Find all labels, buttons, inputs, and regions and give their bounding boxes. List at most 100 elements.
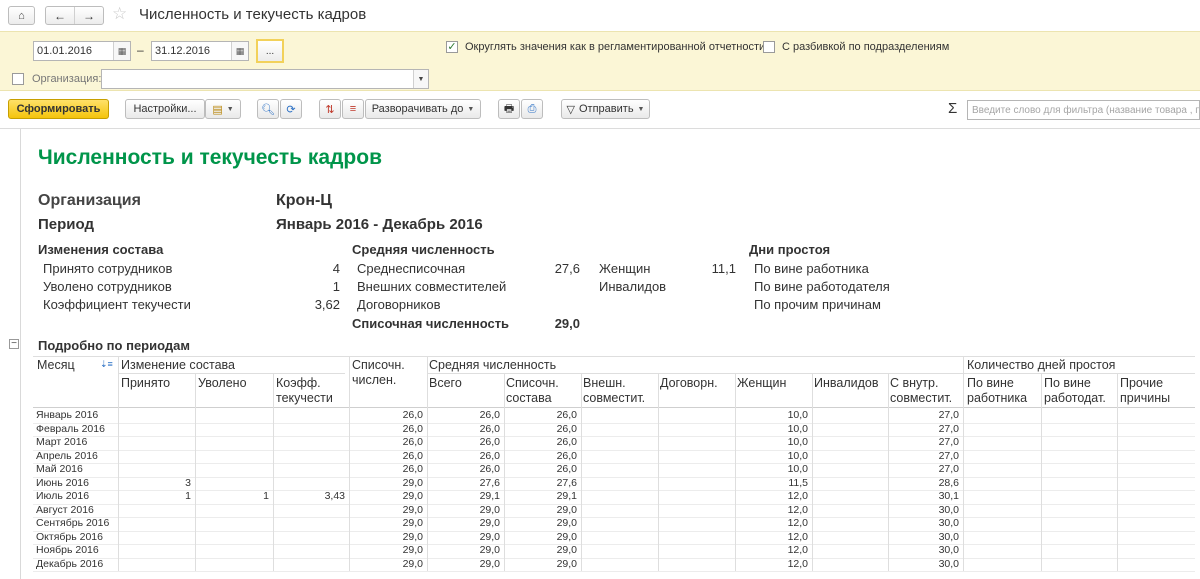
internal-cell: 27,0 [938,449,959,462]
women-cell: 12,0 [787,490,808,502]
date-separator: – [137,43,144,57]
avg-list-cell: 29,1 [556,490,577,502]
title-bar: ⌂ ← → ☆ Численность и текучесть кадров [0,0,1200,31]
row-divider [33,530,1195,532]
column-divider [581,373,582,571]
settings-button[interactable]: Настройки... [125,99,205,119]
report-document: − Численность и текучесть кадров Организ… [0,128,1200,579]
search-next-icon: ⟳ [286,103,296,116]
find-next-button[interactable]: ⟳ [280,99,302,119]
select-period-button[interactable]: ... [256,39,284,63]
filter-input[interactable]: Введите слово для фильтра (название това… [967,100,1200,120]
col-emp-header-2: работника [967,391,1028,405]
row-divider [33,449,1195,451]
expand-all-button[interactable]: ⇅ [319,99,341,119]
col-hired-header: Принято [121,376,171,390]
internal-cell: 30,0 [938,557,959,570]
find-button[interactable]: 🔍︎ [257,99,279,119]
women-label: Женщин [599,261,651,276]
avg-list-value: 27,6 [554,261,580,276]
date-to-value: 31.12.2016 [155,45,211,57]
column-divider [812,373,813,571]
arrow-left-icon: ← [54,8,66,23]
favorite-star-icon[interactable]: ☆ [112,4,127,24]
row-divider [33,503,1195,505]
month-cell: Июнь 2016 [36,476,89,489]
row-divider [33,544,1195,545]
month-cell: Февраль 2016 [36,422,105,435]
column-divider [963,356,964,571]
avg-list-cell: 29,0 [556,503,577,516]
total-cell: 29,0 [479,503,500,516]
preview-button[interactable]: ⎙ [521,99,543,119]
send-label: Отправить [579,103,634,115]
col-ext-header-2: совместит. [583,391,646,405]
expand-groups-icon: ⇅ [325,103,335,116]
date-from-field[interactable]: 01.01.2016 ▦ [33,41,131,61]
turnover-label: Коэффициент текучести [43,297,191,312]
hired-label: Принято сотрудников [43,261,173,276]
total-cell: 26,0 [479,449,500,462]
avg-list-cell: 29,0 [556,557,577,570]
avg-list-cell: 26,0 [556,409,577,421]
send-button[interactable]: ▽ Отправить ▼ [561,99,650,119]
chevron-down-icon: ▼ [637,105,645,113]
sort-icon[interactable]: ⇣≡ [100,359,113,370]
total-cell: 29,0 [479,530,500,543]
generate-button[interactable]: Сформировать [8,99,109,119]
expand-to-button[interactable]: Разворачивать до ▼ [365,99,481,119]
by-department-checkbox[interactable] [763,41,775,53]
print-button[interactable]: 🖶 [498,99,520,119]
total-cell: 29,0 [479,517,500,529]
external-label: Внешних совместителей [357,279,507,294]
women-cell: 10,0 [787,422,808,435]
collapse-group-icon[interactable]: − [9,339,19,349]
column-divider [735,373,736,571]
month-cell: Январь 2016 [36,409,99,421]
month-cell: Май 2016 [36,463,83,475]
calendar-icon[interactable]: ▦ [113,42,130,60]
chevron-down-icon: ▼ [226,105,234,113]
forward-button[interactable]: → [74,7,103,24]
column-divider [195,373,196,571]
changes-heading: Изменения состава [38,242,164,257]
group-avg-header: Средняя численность [429,358,557,372]
col-list-header-1: Списочн. [352,358,405,372]
sum-icon[interactable]: Σ [948,100,957,117]
list-cell: 29,0 [402,557,423,570]
column-divider [349,356,350,571]
print-preview-icon: ⎙ [527,102,537,115]
group-idle-header: Количество дней простоя [967,358,1116,372]
total-cell: 29,1 [479,490,500,502]
women-cell: 10,0 [787,409,808,421]
avg-list-cell: 29,0 [556,544,577,556]
dropdown-icon[interactable]: ▼ [413,70,428,88]
idle-employer-label: По вине работодателя [754,279,890,294]
date-to-field[interactable]: 31.12.2016 ▦ [151,41,249,61]
back-button[interactable]: ← [46,7,74,24]
women-cell: 10,0 [787,436,808,448]
month-cell: Декабрь 2016 [36,557,104,570]
org-label: Организация [38,192,141,209]
organization-checkbox[interactable] [12,73,24,85]
calendar-icon[interactable]: ▦ [231,42,248,60]
window-title: Численность и текучесть кадров [139,6,367,23]
column-divider [888,373,889,571]
list-cell: 29,0 [402,503,423,516]
round-values-checkbox[interactable]: ✓ [446,41,458,53]
variants-button[interactable]: ▤ ▼ [205,99,241,119]
internal-cell: 30,1 [938,490,959,502]
period-value: Январь 2016 - Декабрь 2016 [276,216,483,233]
period-label: Период [38,216,94,233]
collapse-all-button[interactable]: ≡ [342,99,364,119]
history-nav: ← → [45,6,104,25]
home-button[interactable]: ⌂ [8,6,35,25]
organization-field[interactable]: ▼ [101,69,429,89]
avg-list-cell: 29,0 [556,530,577,543]
women-cell: 10,0 [787,463,808,475]
report-variants-icon: ▤ [212,103,223,116]
avg-list-cell: 26,0 [556,436,577,448]
list-cell: 26,0 [402,436,423,448]
collapse-groups-icon: ≡ [349,103,357,115]
internal-cell: 30,0 [938,544,959,556]
